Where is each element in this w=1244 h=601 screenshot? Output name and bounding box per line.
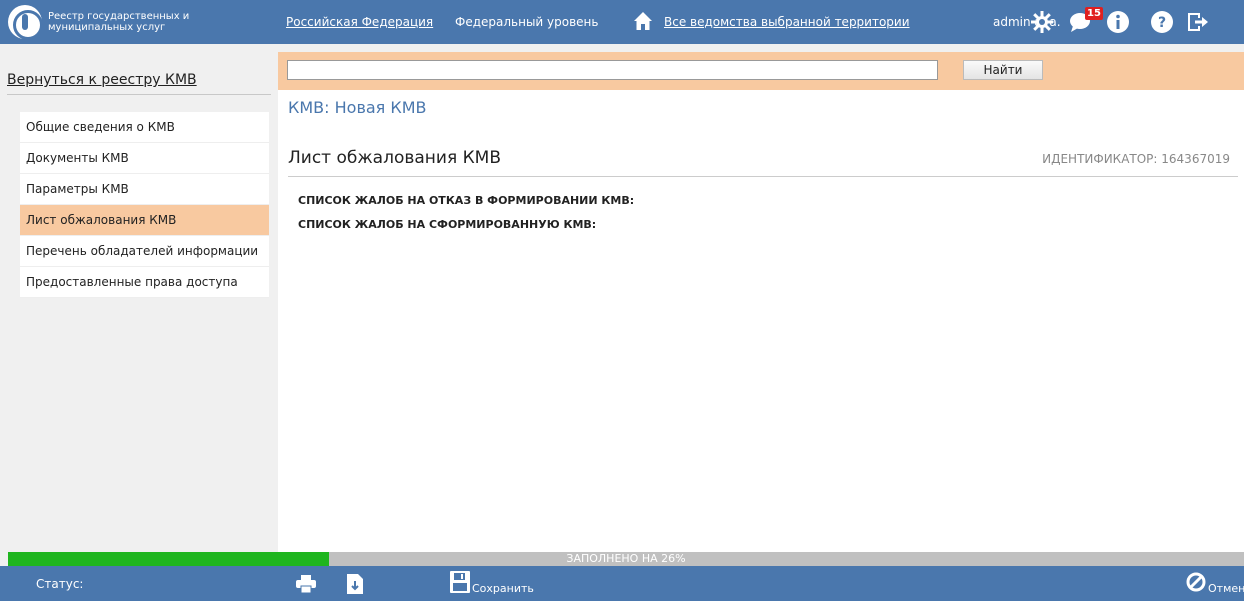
main-content: КМВ: Новая КМВ Лист обжалования КМВ ИДЕН… [278,90,1244,552]
back-to-registry-link[interactable]: Вернуться к реестру КМВ [7,72,197,88]
sidebar-item-label: Параметры КМВ [26,182,129,196]
sidebar-item-label: Лист обжалования КМВ [26,213,177,227]
territory-link[interactable]: Российская Федерация [286,15,433,29]
sidebar-item-info-holders[interactable]: Перечень обладателей информации [20,236,269,267]
section-formed-appeals: СПИСОК ЖАЛОБ НА СФОРМИРОВАННУЮ КМВ: [298,218,597,231]
gear-icon[interactable] [1030,10,1054,34]
info-icon[interactable] [1106,10,1130,34]
search-bar: Найти [278,52,1244,90]
status-label: Статус: [36,577,84,591]
export-icon[interactable] [347,574,363,594]
sidebar: Вернуться к реестру КМВ Общие сведения о… [0,44,278,552]
identifier: ИДЕНТИФИКАТОР: 164367019 [1042,152,1230,166]
sidebar-item-appeals[interactable]: Лист обжалования КМВ [20,205,269,236]
cancel-button[interactable]: Отменить [1208,582,1244,595]
notification-badge: 15 [1085,7,1103,20]
departments-link[interactable]: Все ведомства выбранной территории [664,15,910,29]
section-refusal-appeals: СПИСОК ЖАЛОБ НА ОТКАЗ В ФОРМИРОВАНИИ КМВ… [298,194,635,207]
sidebar-item-label: Предоставленные права доступа [26,275,238,289]
print-icon[interactable] [296,575,316,593]
sidebar-item-label: Документы КМВ [26,151,129,165]
cancel-icon[interactable] [1186,572,1206,592]
sidebar-item-access-rights[interactable]: Предоставленные права доступа [20,267,269,298]
page-title: Лист обжалования КМВ [288,148,501,168]
logo-text: Реестр государственных и муниципальных у… [48,11,190,33]
bottom-bar: Статус: Сохранить Отменить [0,566,1244,601]
sidebar-item-label: Общие сведения о КМВ [26,120,175,134]
search-button[interactable]: Найти [963,60,1043,80]
top-bar: Реестр государственных и муниципальных у… [0,0,1244,44]
level-link[interactable]: Федеральный уровень [455,15,598,29]
save-button[interactable]: Сохранить [472,582,534,595]
sidebar-item-label: Перечень обладателей информации [26,244,259,258]
divider [7,94,271,95]
logout-icon[interactable] [1186,10,1210,34]
breadcrumb: КМВ: Новая КМВ [288,98,427,117]
search-input[interactable] [287,60,938,80]
divider [288,176,1238,177]
progress-label: ЗАПОЛНЕНО НА 26% [566,552,686,565]
logo-icon [8,5,43,40]
home-icon[interactable] [633,11,653,31]
sidebar-item-general[interactable]: Общие сведения о КМВ [20,112,269,143]
sidebar-item-parameters[interactable]: Параметры КМВ [20,174,269,205]
svg-text:?: ? [1158,15,1166,31]
help-icon[interactable]: ? [1150,10,1174,34]
sidebar-item-documents[interactable]: Документы КМВ [20,143,269,174]
progress-bar: ЗАПОЛНЕНО НА 26% [8,552,1244,566]
sidebar-menu: Общие сведения о КМВ Документы КМВ Парам… [20,112,269,298]
app-logo[interactable]: Реестр государственных и муниципальных у… [8,5,198,40]
save-icon[interactable] [450,571,470,593]
